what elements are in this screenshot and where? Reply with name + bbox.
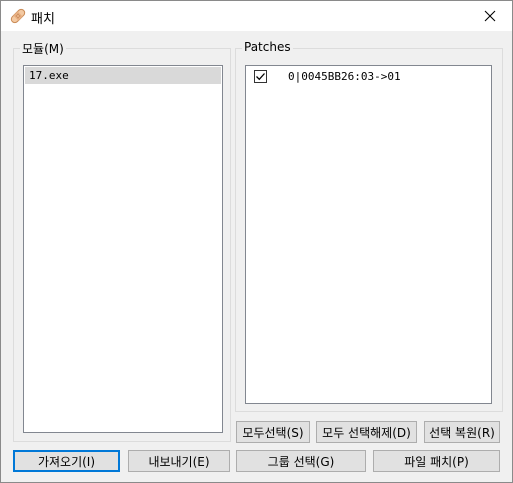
close-button[interactable] bbox=[470, 1, 510, 31]
bandage-icon bbox=[10, 8, 26, 24]
title-bar: 패치 bbox=[1, 1, 512, 31]
patches-list[interactable]: 0|0045BB26:03->01 bbox=[245, 65, 492, 404]
module-item[interactable]: 17.exe bbox=[25, 67, 221, 84]
restore-selection-button[interactable]: 선택 복원(R) bbox=[424, 421, 500, 443]
patch-checkbox[interactable] bbox=[254, 69, 267, 83]
window-title: 패치 bbox=[31, 12, 55, 27]
patch-item-label: 0|0045BB26:03->01 bbox=[288, 69, 401, 83]
module-item-label: 17.exe bbox=[29, 69, 69, 82]
modules-list[interactable]: 17.exe bbox=[23, 65, 223, 433]
patch-item[interactable]: 0|0045BB26:03->01 bbox=[254, 68, 487, 84]
select-all-button[interactable]: 모두선택(S) bbox=[236, 421, 310, 443]
patches-legend: Patches bbox=[242, 40, 293, 54]
modules-legend: 모듈(M) bbox=[20, 40, 66, 57]
patch-file-button[interactable]: 파일 패치(P) bbox=[373, 450, 500, 472]
close-icon bbox=[484, 10, 496, 22]
import-button[interactable]: 가져오기(I) bbox=[13, 450, 120, 472]
patch-dialog: 패치 모듈(M) 17.exe Patches 0|0045BB26:03->0… bbox=[0, 0, 513, 483]
deselect-all-button[interactable]: 모두 선택해제(D) bbox=[316, 421, 417, 443]
group-select-button[interactable]: 그룹 선택(G) bbox=[236, 450, 366, 472]
checkmark-icon bbox=[256, 72, 265, 80]
export-button[interactable]: 내보내기(E) bbox=[128, 450, 230, 472]
